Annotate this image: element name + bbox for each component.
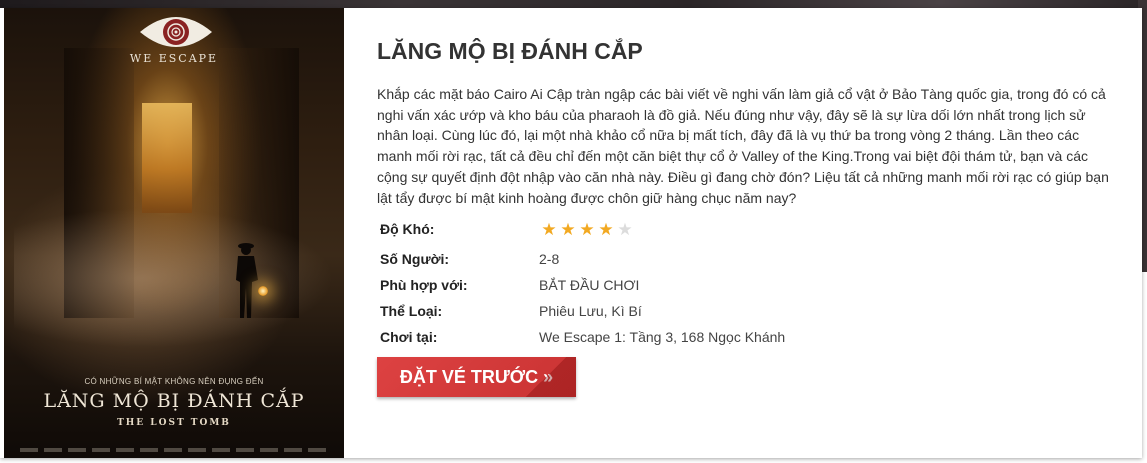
poster-brand-name: WE ESCAPE bbox=[129, 52, 219, 65]
difficulty-stars: ★ ★ ★ ★ ★ bbox=[540, 221, 634, 239]
genre-label: Thể Loại: bbox=[380, 303, 443, 319]
room-description: Khắp các mặt báo Cairo Ai Cập tràn ngập … bbox=[377, 86, 1109, 206]
room-poster-image[interactable]: WE ESCAPE CÓ NHỮNG BÍ MẬT KHÔNG NÊN ĐỤNG… bbox=[4, 8, 344, 458]
suitable-label: Phù hợp với: bbox=[380, 277, 468, 293]
players-value: 2-8 bbox=[539, 251, 560, 267]
poster-title: LĂNG MỘ BỊ ĐÁNH CẮP bbox=[43, 390, 305, 412]
star-icon: ★ bbox=[598, 220, 614, 239]
location-label: Chơi tại: bbox=[380, 329, 438, 345]
players-row: Số Người: 2-8 bbox=[380, 251, 1120, 271]
star-icon: ★ bbox=[617, 220, 633, 239]
suitable-value: BẮT ĐẦU CHƠI bbox=[539, 277, 640, 293]
poster-explorer-silhouette bbox=[236, 243, 258, 318]
room-title: LĂNG MỘ BỊ ĐÁNH CẮP bbox=[377, 38, 643, 64]
poster-tagline: CÓ NHỮNG BÍ MẬT KHÔNG NÊN ĐỤNG ĐẾN bbox=[84, 377, 264, 386]
difficulty-label: Độ Khó: bbox=[380, 221, 435, 237]
poster-lit-doorway bbox=[142, 103, 192, 213]
poster-lantern-glow bbox=[258, 286, 268, 296]
genre-row: Thể Loại: Phiêu Lưu, Kì Bí bbox=[380, 303, 1120, 323]
book-now-button[interactable]: ĐẶT VÉ TRƯỚC » bbox=[377, 357, 576, 397]
star-icon: ★ bbox=[560, 220, 576, 239]
star-icon: ★ bbox=[579, 220, 595, 239]
players-label: Số Người: bbox=[380, 251, 450, 267]
poster-subtitle: THE LOST TOMB bbox=[117, 418, 231, 428]
poster-fog bbox=[14, 208, 334, 348]
location-row: Chơi tại: We Escape 1: Tầng 3, 168 Ngọc … bbox=[380, 329, 1120, 349]
difficulty-row: Độ Khó: ★ ★ ★ ★ ★ bbox=[380, 221, 1120, 241]
genre-value: Phiêu Lưu, Kì Bí bbox=[539, 303, 642, 319]
poster-credits-strip bbox=[20, 448, 330, 452]
star-icon: ★ bbox=[541, 220, 557, 239]
suitable-row: Phù hợp với: BẮT ĐẦU CHƠI bbox=[380, 277, 1120, 297]
we-escape-eye-logo-icon bbox=[140, 17, 212, 47]
location-value: We Escape 1: Tầng 3, 168 Ngọc Khánh bbox=[539, 329, 786, 345]
